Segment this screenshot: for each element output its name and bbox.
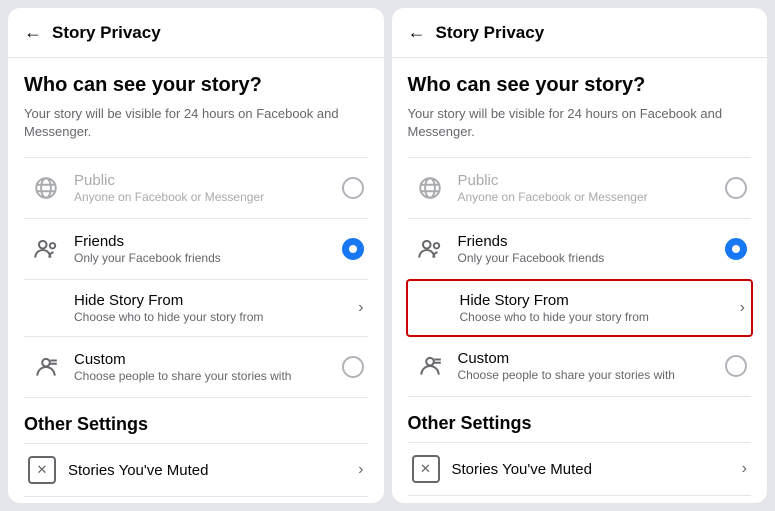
option-custom[interactable]: Custom Choose people to share your stori… (408, 336, 752, 397)
muted-label: Stories You've Muted (68, 462, 358, 479)
option-text: Public Anyone on Facebook or Messenger (74, 172, 342, 204)
option-label: Custom (458, 350, 726, 367)
option-text: Public Anyone on Facebook or Messenger (458, 172, 726, 204)
option-label: Public (458, 172, 726, 189)
other-settings: Other Settings ✕ Stories You've Muted › (24, 414, 368, 497)
option-friends[interactable]: Friends Only your Facebook friends (24, 219, 368, 280)
screen-right: ← Story Privacy Who can see your story? … (392, 8, 768, 503)
option-text: Hide Story From Choose who to hide your … (74, 292, 358, 324)
option-custom[interactable]: Custom Choose people to share your stori… (24, 337, 368, 398)
settings-item-muted[interactable]: ✕ Stories You've Muted › (24, 443, 368, 497)
globe-icon (28, 170, 64, 206)
option-desc: Only your Facebook friends (74, 251, 342, 265)
globe-icon (412, 170, 448, 206)
content-area: Who can see your story? Your story will … (392, 58, 768, 503)
option-hide[interactable]: Hide Story From Choose who to hide your … (24, 280, 368, 337)
option-desc: Choose who to hide your story from (460, 310, 740, 324)
other-settings-title: Other Settings (24, 414, 368, 435)
muted-icon: ✕ (28, 456, 56, 484)
muted-label: Stories You've Muted (452, 461, 742, 478)
options-list: Public Anyone on Facebook or Messenger F… (24, 157, 368, 398)
option-desc: Choose people to share your stories with (458, 368, 726, 382)
radio-button-friends[interactable] (342, 238, 364, 260)
radio-button-public[interactable] (342, 177, 364, 199)
option-text: Custom Choose people to share your stori… (74, 351, 342, 383)
option-label: Friends (458, 233, 726, 250)
chevron-icon: › (358, 299, 363, 317)
header: ← Story Privacy (392, 8, 768, 58)
option-desc: Choose people to share your stories with (74, 369, 342, 383)
option-text: Hide Story From Choose who to hide your … (460, 292, 740, 324)
option-label: Public (74, 172, 342, 189)
option-desc: Anyone on Facebook or Messenger (458, 190, 726, 204)
muted-icon: ✕ (412, 455, 440, 483)
option-desc: Choose who to hide your story from (74, 310, 358, 324)
custom-icon (412, 348, 448, 384)
section-title: Who can see your story? (408, 74, 752, 97)
muted-chevron-icon: › (742, 460, 747, 478)
option-hide[interactable]: Hide Story From Choose who to hide your … (406, 279, 754, 337)
header-title: Story Privacy (436, 23, 545, 43)
section-subtitle: Your story will be visible for 24 hours … (408, 105, 752, 141)
option-label: Friends (74, 233, 342, 250)
settings-item-muted[interactable]: ✕ Stories You've Muted › (408, 442, 752, 496)
option-label: Custom (74, 351, 342, 368)
option-desc: Anyone on Facebook or Messenger (74, 190, 342, 204)
header: ← Story Privacy (8, 8, 384, 58)
option-public[interactable]: Public Anyone on Facebook or Messenger (24, 158, 368, 219)
header-title: Story Privacy (52, 23, 161, 43)
option-friends[interactable]: Friends Only your Facebook friends (408, 219, 752, 280)
content-area: Who can see your story? Your story will … (8, 58, 384, 503)
screens-container: ← Story Privacy Who can see your story? … (0, 0, 775, 511)
options-list: Public Anyone on Facebook or Messenger F… (408, 157, 752, 397)
friends-icon (28, 231, 64, 267)
radio-button-custom[interactable] (725, 355, 747, 377)
custom-icon (28, 349, 64, 385)
option-desc: Only your Facebook friends (458, 251, 726, 265)
radio-button-public[interactable] (725, 177, 747, 199)
back-button[interactable]: ← (408, 22, 426, 43)
option-label: Hide Story From (460, 292, 740, 309)
other-settings: Other Settings ✕ Stories You've Muted › (408, 413, 752, 496)
option-text: Friends Only your Facebook friends (74, 233, 342, 265)
muted-option-label: Stories You've Muted (452, 461, 742, 478)
screen-left: ← Story Privacy Who can see your story? … (8, 8, 384, 503)
friends-icon (412, 231, 448, 267)
option-text: Friends Only your Facebook friends (458, 233, 726, 265)
section-subtitle: Your story will be visible for 24 hours … (24, 105, 368, 141)
muted-chevron-icon: › (358, 461, 363, 479)
chevron-icon: › (740, 299, 745, 317)
other-settings-title: Other Settings (408, 413, 752, 434)
section-title: Who can see your story? (24, 74, 368, 97)
option-label: Hide Story From (74, 292, 358, 309)
option-public[interactable]: Public Anyone on Facebook or Messenger (408, 158, 752, 219)
radio-button-custom[interactable] (342, 356, 364, 378)
muted-option-label: Stories You've Muted (68, 462, 358, 479)
option-text: Custom Choose people to share your stori… (458, 350, 726, 382)
back-button[interactable]: ← (24, 22, 42, 43)
radio-button-friends[interactable] (725, 238, 747, 260)
